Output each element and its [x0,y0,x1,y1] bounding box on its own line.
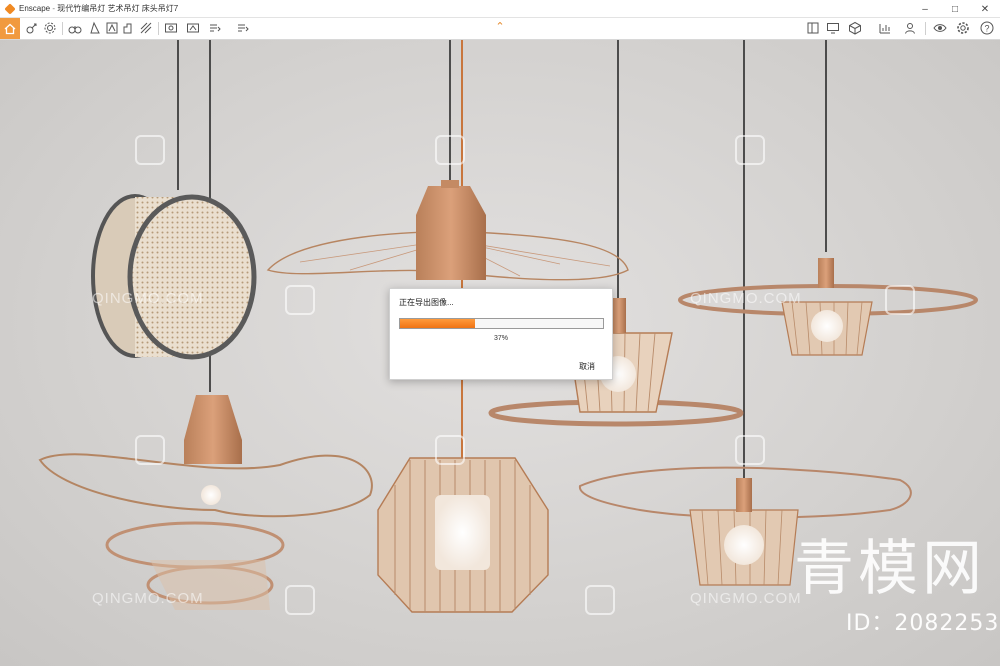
batch-render-icon [187,23,199,33]
image-id-label: ID：2082253 [846,611,1000,636]
minimize-button[interactable]: – [910,0,940,18]
users-icon [905,23,915,34]
toolbar-divider [62,22,63,35]
watermark-logo-icon [285,285,315,315]
watermark-logo-icon [435,135,465,165]
wire-disc-lamp-top [266,180,629,281]
watermark-text: QINGMO.COM [690,290,802,307]
watermark-logo-icon [735,135,765,165]
monitor-icon [827,23,839,34]
batch-render-button[interactable] [186,21,200,35]
toolbar: ⌃ ? [0,18,1000,40]
video-button[interactable] [139,21,153,35]
close-button[interactable]: ✕ [970,0,1000,18]
cancel-button[interactable]: 取消 [579,361,595,372]
walk-mode-button[interactable] [88,21,102,35]
watermark-logo-icon [435,435,465,465]
sync-views-button[interactable] [806,21,820,35]
export-progress-dialog: 正在导出图像... 37% 取消 [389,288,613,380]
toolbar-divider [158,22,159,35]
enscape-logo-icon [4,2,16,15]
watermark-logo-icon [285,585,315,615]
rattan-disc-lamp [91,194,257,360]
users-button[interactable] [903,21,917,35]
settings-icon [44,22,56,34]
eye-button[interactable] [933,21,947,35]
image-button[interactable] [122,21,136,35]
watermark-text: QINGMO.COM [690,590,802,607]
rattan-swirl-lamp [38,395,373,610]
eye-icon [933,24,947,32]
dialog-title: 正在导出图像... [399,298,454,307]
window-controls: – □ ✕ [910,0,1000,18]
walk-mode-icon [90,21,100,34]
gear-icon [957,22,969,34]
collapse-toolbar-button[interactable]: ⌃ [494,20,506,36]
export-dropdown-icon [238,24,249,32]
gear-button[interactable] [956,21,970,35]
video-icon [140,22,152,34]
binoculars-icon [68,26,82,34]
lamp-cords [177,40,827,480]
wire-drum-lamp [377,457,549,613]
export-button[interactable] [208,21,222,35]
watermark-text: QINGMO.COM [92,590,204,607]
binoculars-button[interactable] [68,21,82,35]
progress-fill [400,319,476,328]
screenshot-button[interactable] [164,21,178,35]
brand-watermark: 青模网 [794,534,986,604]
watermark-text: QINGMO.COM [92,290,204,307]
asset-library-icon [26,23,37,34]
progress-percent: 37% [493,335,508,342]
watermark-logo-icon [135,435,165,465]
fly-mode-icon [106,22,118,34]
cube-icon [849,21,861,35]
screenshot-icon [165,23,177,33]
svg-text:?: ? [984,24,989,34]
toolbar-divider [925,22,926,35]
home-icon [4,23,16,34]
chart-icon [879,24,890,34]
watermark-logo-icon [885,285,915,315]
image-icon [123,23,132,34]
help-icon: ? [980,21,994,35]
watermark-logo-icon [735,435,765,465]
help-button[interactable]: ? [980,21,994,35]
asset-library-button[interactable] [25,21,39,35]
export-dropdown-button[interactable] [236,21,250,35]
sync-views-icon [807,22,819,34]
window-title: Enscape - 现代竹编吊灯 艺术吊灯 床头吊灯7 [19,3,178,14]
monitor-button[interactable] [826,21,840,35]
watermark-logo-icon [135,135,165,165]
chart-button[interactable] [878,21,892,35]
settings-button[interactable] [43,21,57,35]
cube-button[interactable] [848,21,862,35]
title-separator: - [52,4,56,13]
fly-mode-button[interactable] [105,21,119,35]
home-button[interactable] [0,18,20,39]
maximize-button[interactable]: □ [940,0,970,18]
watermark-logo-icon [585,585,615,615]
export-icon [210,24,221,32]
document-title: 现代竹编吊灯 艺术吊灯 床头吊灯7 [57,4,179,13]
title-bar: Enscape - 现代竹编吊灯 艺术吊灯 床头吊灯7 – □ ✕ [0,0,1000,18]
app-name: Enscape [19,4,51,13]
export-progress-bar [399,318,604,329]
